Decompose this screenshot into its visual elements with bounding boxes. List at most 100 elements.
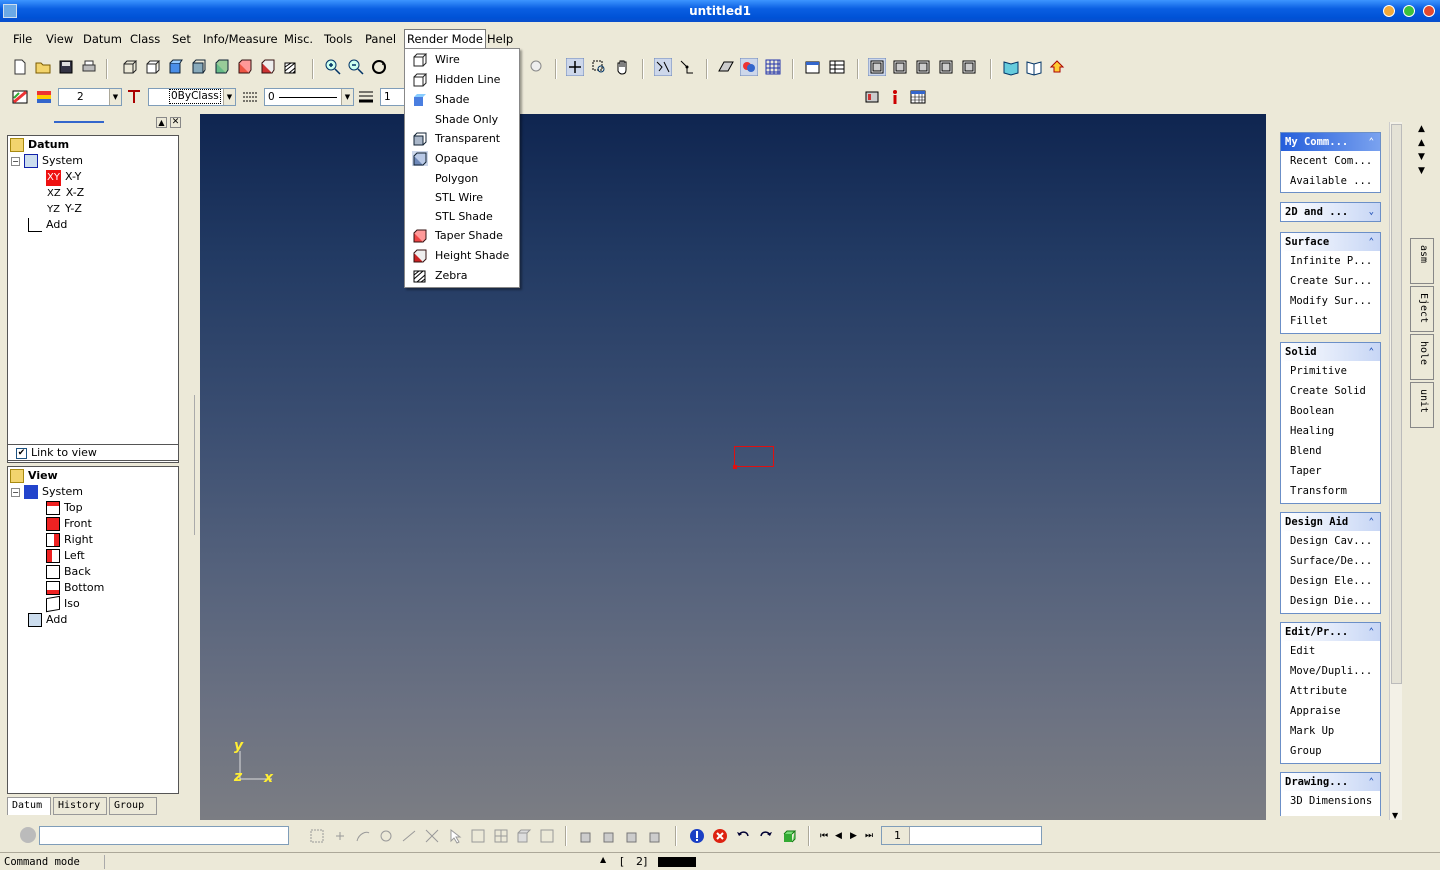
layout-4-icon[interactable]: [937, 58, 955, 76]
menu-class[interactable]: Class: [128, 31, 162, 47]
command-item[interactable]: Recent Com...: [1281, 151, 1380, 171]
info-icon[interactable]: [886, 88, 904, 106]
view-add[interactable]: Add: [28, 612, 67, 628]
open-book-icon[interactable]: [1025, 58, 1043, 76]
snap-point-icon[interactable]: [678, 58, 696, 76]
copy-object-icon[interactable]: [601, 827, 619, 845]
grid-icon[interactable]: [764, 58, 782, 76]
side-nav-arrows[interactable]: ▲ ▲ ▼ ▼: [1418, 122, 1425, 178]
measure-tools-icon[interactable]: [863, 88, 881, 106]
datum-item-xz[interactable]: XZ X-Z: [46, 185, 84, 201]
move-object-icon[interactable]: [578, 827, 596, 845]
plane-icon[interactable]: [717, 58, 735, 76]
line-count-select[interactable]: 1: [380, 88, 405, 106]
view-item-back[interactable]: Back: [46, 564, 91, 580]
render-item-polygon[interactable]: Polygon: [407, 169, 517, 188]
line-style-select[interactable]: 0 ▼: [264, 88, 354, 106]
light-icon[interactable]: [527, 58, 545, 76]
close-button[interactable]: [1423, 5, 1435, 17]
render-item-height-shade[interactable]: Height Shade: [407, 246, 517, 265]
layout-1-icon[interactable]: [867, 57, 887, 77]
view-item-right[interactable]: Right: [46, 532, 93, 548]
render-item-wire[interactable]: Wire: [407, 50, 517, 69]
menu-set[interactable]: Set: [170, 31, 193, 47]
line-width-select[interactable]: 2 ▼: [58, 88, 122, 106]
side-tab-hole[interactable]: hole: [1410, 334, 1434, 380]
stop-icon[interactable]: [711, 827, 729, 845]
select-box-icon[interactable]: [308, 827, 326, 845]
menu-file[interactable]: File: [11, 31, 34, 47]
save-icon[interactable]: [57, 58, 75, 76]
view-item-top[interactable]: Top: [46, 500, 83, 516]
green-cube-icon[interactable]: [780, 827, 798, 845]
command-item[interactable]: Design Ele...: [1281, 571, 1380, 591]
command-item[interactable]: Move/Dupli...: [1281, 661, 1380, 681]
render-item-shade-only[interactable]: Shade Only: [407, 110, 517, 129]
datum-item-yz[interactable]: YZ Y-Z: [46, 201, 82, 217]
opaque-view-icon[interactable]: [213, 58, 231, 76]
arc-icon[interactable]: [354, 827, 372, 845]
left-splitter[interactable]: [194, 395, 198, 535]
height-view-icon[interactable]: [259, 58, 277, 76]
menu-help[interactable]: Help: [485, 31, 515, 47]
side-tab-asm[interactable]: asm: [1410, 238, 1434, 284]
shade-view-icon[interactable]: [167, 58, 185, 76]
panel-close-button[interactable]: ✕: [170, 117, 181, 128]
tab-datum[interactable]: Datum: [7, 797, 51, 815]
datum-add[interactable]: Add: [28, 217, 67, 233]
group-header[interactable]: 2D and ... ⌄: [1281, 203, 1380, 221]
group-header[interactable]: My Comm... ⌃: [1281, 133, 1380, 151]
help-pointer-icon[interactable]: [1048, 58, 1066, 76]
redo-icon[interactable]: [757, 827, 775, 845]
render-item-stl-wire[interactable]: STL Wire: [407, 188, 517, 207]
command-item[interactable]: Fillet: [1281, 311, 1380, 331]
command-item[interactable]: Create Sur...: [1281, 271, 1380, 291]
command-item[interactable]: Available ...: [1281, 171, 1380, 191]
collapse-icon[interactable]: −: [11, 488, 20, 497]
mirror-object-icon[interactable]: [647, 827, 665, 845]
command-item[interactable]: Edit: [1281, 641, 1380, 661]
page-number-input[interactable]: 1: [881, 826, 1042, 845]
scale-object-icon[interactable]: [624, 827, 642, 845]
pan-hand-icon[interactable]: [613, 58, 631, 76]
properties-icon[interactable]: [804, 58, 822, 76]
line-style-icon[interactable]: [241, 88, 259, 106]
minimize-button[interactable]: [1383, 5, 1395, 17]
render-item-shade[interactable]: Shade: [407, 90, 517, 109]
view-item-bottom[interactable]: Bottom: [46, 580, 104, 596]
group-header[interactable]: Surface ⌃: [1281, 233, 1380, 251]
group-header[interactable]: Edit/Pr... ⌃: [1281, 623, 1380, 641]
filter-icon[interactable]: [538, 827, 556, 845]
transparent-view-icon[interactable]: [190, 58, 208, 76]
view-item-left[interactable]: Left: [46, 548, 85, 564]
render-item-opaque[interactable]: Opaque: [407, 149, 517, 168]
grid-select-icon[interactable]: [492, 827, 510, 845]
print-icon[interactable]: [80, 58, 98, 76]
cancel-icon[interactable]: [20, 827, 36, 843]
command-item[interactable]: Appraise: [1281, 701, 1380, 721]
view-item-iso[interactable]: Iso: [46, 595, 80, 613]
group-header[interactable]: Drawing... ⌃: [1281, 773, 1380, 791]
datum-root[interactable]: Datum: [10, 137, 69, 153]
alert-icon[interactable]: [688, 827, 706, 845]
cube-select-icon[interactable]: [515, 827, 533, 845]
menu-misc[interactable]: Misc.: [282, 31, 315, 47]
table-icon[interactable]: [828, 58, 846, 76]
layout-2-icon[interactable]: [891, 58, 909, 76]
snap-curve-icon[interactable]: [653, 57, 673, 77]
pan-cross-icon[interactable]: [565, 57, 585, 77]
command-item[interactable]: Taper: [1281, 461, 1380, 481]
command-item[interactable]: Modify Sur...: [1281, 291, 1380, 311]
calendar-table-icon[interactable]: [909, 88, 927, 106]
view-item-front[interactable]: Front: [46, 516, 92, 532]
command-item[interactable]: Attribute: [1281, 681, 1380, 701]
menu-view[interactable]: View: [44, 31, 75, 47]
layer-color-icon[interactable]: [11, 88, 29, 106]
command-item[interactable]: Blend: [1281, 441, 1380, 461]
scroll-down-icon[interactable]: ▼: [1392, 811, 1398, 820]
zoom-in-icon[interactable]: [324, 58, 342, 76]
color-palette-icon[interactable]: [739, 57, 759, 77]
3d-viewport[interactable]: y z x: [200, 114, 1266, 820]
frame-icon[interactable]: [469, 827, 487, 845]
command-input[interactable]: [39, 826, 289, 845]
